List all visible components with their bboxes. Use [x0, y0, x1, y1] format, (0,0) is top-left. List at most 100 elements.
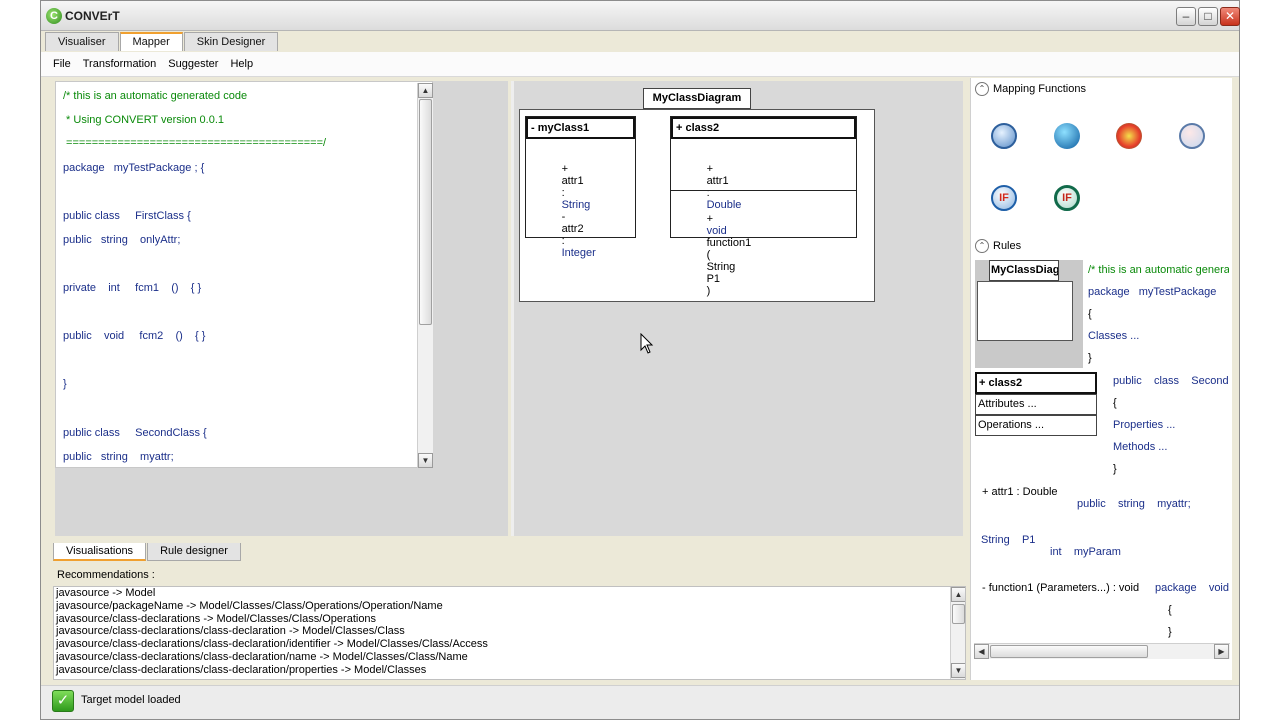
separator: : [561, 187, 565, 199]
class-diagram-canvas[interactable]: - myClass1 + attr1 : String - attr2 : In… [519, 109, 875, 302]
menu-bar: File Transformation Suggester Help [41, 52, 1239, 77]
scroll-down-button[interactable]: ▼ [951, 663, 965, 678]
scroll-up-button[interactable]: ▲ [418, 83, 433, 98]
code-line: public class SecondClass { [63, 427, 207, 439]
rules-header[interactable]: ⌃ Rules [975, 239, 1021, 253]
rule-function[interactable]: - function1 (Parameters...) : void [982, 582, 1139, 594]
attribute-type: Integer [561, 247, 596, 259]
code-line: } [63, 378, 67, 390]
visibility-symbol: + [706, 163, 713, 175]
collapse-icon[interactable]: ⌃ [975, 239, 989, 253]
diagram-title[interactable]: MyClassDiagram [643, 88, 751, 109]
rule-attributes-cell[interactable]: Attributes ... [975, 394, 1097, 415]
rule-parameter[interactable]: String P1 [981, 534, 1035, 546]
rule-code-classes: Classes ... [1088, 330, 1140, 342]
rule-code-brace: } [1168, 626, 1172, 638]
rule-code-brace: { [1168, 604, 1172, 616]
code-line: public class FirstClass { [63, 210, 191, 222]
class-diagram-pane: - myClass1 + attr1 : String - attr2 : In… [511, 81, 963, 536]
parameter-name: P1 [706, 273, 721, 285]
visibility-symbol: + [706, 213, 713, 225]
status-text: Target model loaded [81, 694, 181, 706]
recommendations-list[interactable]: javasource -> Model javasource/packageNa… [53, 586, 966, 680]
rule-diagram-thumbnail[interactable]: MyClassDiag [975, 260, 1083, 368]
reverse-function-icon[interactable] [1179, 123, 1205, 149]
rules-title: Rules [993, 239, 1022, 252]
tab-rule-designer[interactable]: Rule designer [147, 543, 241, 561]
class-name: + class2 [671, 117, 856, 139]
mouse-cursor-icon [640, 333, 654, 354]
code-line: ========================================… [63, 137, 327, 149]
list-item[interactable]: javasource/class-declarations/class-decl… [54, 651, 965, 664]
rules-horizontal-scrollbar[interactable]: ◀ ▶ [974, 643, 1230, 659]
tab-visualiser[interactable]: Visualiser [45, 32, 119, 51]
attribute-name: attr1 [706, 175, 729, 187]
list-item[interactable]: javasource/class-declarations/class-decl… [54, 638, 965, 651]
star-function-icon[interactable] [1116, 123, 1142, 149]
main-tabs: Visualiser Mapper Skin Designer [45, 32, 279, 51]
code-scrollbar[interactable]: ▲ ▼ [417, 83, 433, 468]
separator: : [706, 187, 710, 199]
scroll-down-button[interactable]: ▼ [418, 453, 433, 468]
code-line: public string onlyAttr; [63, 234, 181, 246]
list-item[interactable]: javasource -> Model [54, 587, 965, 600]
tab-mapper[interactable]: Mapper [119, 32, 183, 51]
status-bar: ✓ Target model loaded [41, 685, 1239, 719]
menu-transformation[interactable]: Transformation [83, 52, 157, 76]
return-type: void [706, 225, 727, 237]
scroll-thumb[interactable] [990, 645, 1148, 658]
class-attribute[interactable]: - attr2 : Integer [531, 199, 596, 271]
uml-class-class2[interactable]: + class2 + attr1 : Double + void functio… [670, 116, 857, 297]
close-button[interactable]: ✕ [1220, 7, 1240, 26]
code-line: public void fcm2 () { } [63, 330, 206, 342]
code-line: private int fcm1 () { } [63, 282, 202, 294]
rule-code-public-string: public string myattr; [1077, 498, 1191, 510]
attribute-name: attr2 [561, 223, 584, 235]
visibility-symbol: + [561, 163, 568, 175]
title-bar: C CONVErT – □ ✕ [41, 1, 1240, 31]
scroll-thumb[interactable] [419, 99, 432, 325]
code-line: package myTestPackage ; { [63, 162, 205, 174]
rule-code-brace: { [1088, 308, 1092, 320]
menu-help[interactable]: Help [230, 52, 253, 76]
scroll-right-button[interactable]: ▶ [1214, 644, 1229, 659]
rule-code-brace: } [1088, 352, 1092, 364]
app-logo-icon: C [46, 8, 62, 24]
source-code-view[interactable]: /* this is an automatic generated code *… [55, 81, 433, 468]
code-line: * Using CONVERT version 0.0.1 [63, 114, 224, 126]
globe-function-icon[interactable] [1054, 123, 1080, 149]
mapping-functions-title: Mapping Functions [993, 82, 1086, 95]
list-item[interactable]: javasource/packageName -> Model/Classes/… [54, 600, 965, 613]
minimize-button[interactable]: – [1176, 7, 1196, 26]
scroll-thumb[interactable] [952, 604, 965, 624]
rule-operations-cell[interactable]: Operations ... [975, 415, 1097, 436]
uml-class-myclass1[interactable]: - myClass1 + attr1 : String - attr2 : In… [525, 116, 636, 259]
if-function-icon[interactable]: IF [991, 185, 1017, 211]
mapping-functions-header[interactable]: ⌃ Mapping Functions [975, 82, 1086, 96]
list-item[interactable]: javasource/class-declarations -> Model/C… [54, 613, 965, 626]
rule-class-head[interactable]: + class2 [975, 372, 1097, 394]
rule-attribute[interactable]: + attr1 : Double [982, 486, 1058, 498]
paren-close: ) [706, 285, 711, 297]
app-window: C CONVErT – □ ✕ Visualiser Mapper Skin D… [40, 0, 1240, 720]
maximize-button[interactable]: □ [1198, 7, 1218, 26]
tab-skin-designer[interactable]: Skin Designer [183, 32, 279, 51]
recommendations-scrollbar[interactable]: ▲ ▼ [950, 587, 965, 679]
scroll-left-button[interactable]: ◀ [974, 644, 989, 659]
rule-code-properties: Properties ... [1113, 419, 1176, 431]
rule-code-int-param: int myParam [1050, 546, 1121, 558]
collapse-icon[interactable]: ⌃ [975, 82, 989, 96]
class-operation[interactable]: + void function1 ( String P1 ) [676, 201, 760, 309]
menu-file[interactable]: File [53, 52, 71, 76]
list-item[interactable]: javasource/class-declarations/class-decl… [54, 625, 965, 638]
rules-list[interactable]: MyClassDiag /* this is an automatic gene… [975, 258, 1229, 645]
list-item[interactable]: javasource/class-declarations/class-decl… [54, 664, 965, 677]
swap-function-icon[interactable] [991, 123, 1017, 149]
app-title: CONVErT [65, 9, 120, 23]
parameter-type: String [706, 261, 736, 273]
menu-suggester[interactable]: Suggester [168, 52, 218, 76]
scroll-up-button[interactable]: ▲ [951, 587, 965, 602]
rule-code-public-class: public class SecondC [1113, 375, 1229, 387]
conditional-if-function-icon[interactable]: IF [1054, 185, 1080, 211]
tab-visualisations[interactable]: Visualisations [53, 543, 147, 561]
